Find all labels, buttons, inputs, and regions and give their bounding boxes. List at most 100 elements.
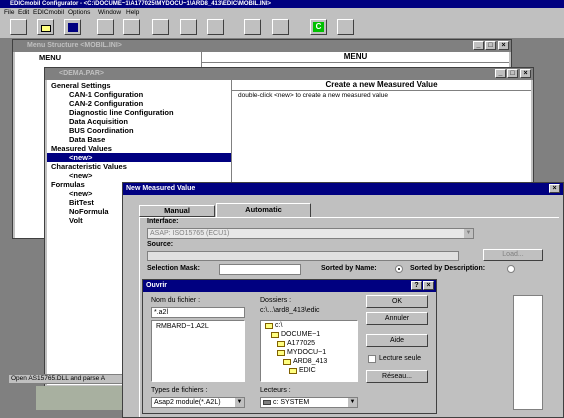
tree-item-noformula[interactable]: NoFormula — [69, 207, 109, 216]
ok-label: OK — [391, 298, 403, 305]
folders-path: c:\...\ard8_413\edic — [260, 307, 320, 314]
folder-tree[interactable]: c:\ DOCUME~1 A177025 MYDOCU~1 ARD8_413 E… — [260, 320, 358, 382]
tree-item-general-settings[interactable]: General Settings — [51, 81, 111, 90]
cancel-button[interactable]: Annuler — [366, 312, 428, 325]
folders-label: Dossiers : — [260, 297, 292, 304]
file-name-label: Nom du fichier : — [151, 297, 201, 304]
folder-item[interactable]: EDIC — [299, 367, 316, 374]
tree-item-diagnostic[interactable]: Diagnostic line Configuration — [69, 108, 174, 117]
tree-item-data-acquisition[interactable]: Data Acquisition — [69, 117, 128, 126]
folder-item[interactable]: DOCUME~1 — [281, 331, 320, 338]
help-icon[interactable] — [337, 19, 354, 35]
selection-mask-label: Selection Mask: — [147, 265, 200, 272]
file-types-select[interactable]: Asap2 module(*.A2L) ▼ — [151, 397, 245, 408]
file-list-item[interactable]: RMBARD~1.A2L — [156, 323, 209, 330]
status-bar: Open AS15765.DLL and parse A — [8, 374, 128, 384]
grid-icon[interactable] — [272, 19, 289, 35]
source-input[interactable] — [147, 251, 459, 261]
cancel-label: Annuler — [384, 315, 410, 322]
folder-item[interactable]: c:\ — [275, 322, 282, 329]
dialog-title: New Measured Value — [126, 185, 196, 192]
open-icon[interactable] — [37, 19, 54, 35]
minimize-button[interactable]: _ — [473, 41, 484, 50]
help-button[interactable]: Aide — [366, 334, 428, 347]
tree-item-formulas[interactable]: Formulas — [51, 180, 85, 189]
close-button[interactable]: × — [498, 41, 509, 50]
status-text: Open AS15765.DLL and parse A — [11, 375, 106, 382]
menu-file[interactable]: File — [4, 8, 14, 17]
tree-item-characteristic-values[interactable]: Characteristic Values — [51, 162, 127, 171]
window-icon[interactable] — [244, 19, 261, 35]
tab-automatic[interactable]: Automatic — [216, 203, 311, 218]
chevron-down-icon: ▼ — [464, 229, 473, 238]
results-list[interactable] — [513, 295, 543, 410]
folder-item[interactable]: A177025 — [287, 340, 315, 347]
file-list[interactable]: RMBARD~1.A2L — [151, 320, 245, 382]
tree-item-new-characteristic[interactable]: <new> — [69, 171, 92, 180]
compile-icon[interactable]: C — [310, 19, 327, 35]
tree-item-can1[interactable]: CAN-1 Configuration — [69, 90, 143, 99]
dema-panel-title: Create a new Measured Value — [232, 80, 531, 91]
interface-select[interactable]: ASAP: ISO15765 (ECU1) ▼ — [147, 228, 474, 239]
file-name-input[interactable]: *.a2l — [151, 307, 245, 318]
tree-item-new-formula[interactable]: <new> — [69, 189, 92, 198]
menu-edicmobil[interactable]: EDICmobil — [33, 8, 64, 17]
readonly-checkbox[interactable] — [368, 355, 376, 363]
minimize-button[interactable]: _ — [495, 69, 506, 78]
selection-mask-input[interactable] — [219, 264, 301, 275]
cut-icon[interactable] — [152, 19, 169, 35]
tree-item-data-base[interactable]: Data Base — [69, 135, 105, 144]
file-types-value: Asap2 module(*.A2L) — [154, 399, 221, 406]
new-icon[interactable] — [10, 19, 27, 35]
folder-icon — [289, 368, 297, 374]
chevron-down-icon: ▼ — [348, 398, 357, 407]
list-icon[interactable] — [207, 19, 224, 35]
close-button[interactable]: × — [549, 184, 560, 193]
taskbar-area — [36, 386, 126, 410]
close-button[interactable]: × — [520, 69, 531, 78]
network-label: Réseau... — [382, 373, 412, 380]
folder-item[interactable]: ARD8_413 — [293, 358, 327, 365]
maximize-button[interactable]: □ — [507, 69, 518, 78]
load-button[interactable]: Load... — [483, 249, 543, 261]
folder-item[interactable]: MYDOCU~1 — [287, 349, 326, 356]
close-button[interactable]: × — [423, 281, 434, 290]
tab-manual[interactable]: Manual — [139, 205, 215, 217]
toolbar: C — [0, 17, 564, 39]
menu-structure-title: Menu Structure <MOBIL.INI> — [27, 42, 122, 49]
file-name-value: *.a2l — [154, 309, 169, 316]
sorted-by-description-radio[interactable] — [507, 265, 515, 273]
drives-select[interactable]: c: SYSTEM ▼ — [260, 397, 358, 408]
menu-structure-title-bar: Menu Structure <MOBIL.INI> _ □ × — [13, 40, 511, 52]
tree-item-bittest[interactable]: BitTest — [69, 198, 94, 207]
folder-icon — [265, 323, 273, 329]
chevron-down-icon: ▼ — [235, 398, 244, 407]
tree-item-can2[interactable]: CAN-2 Configuration — [69, 99, 143, 108]
ouvrir-dialog: Ouvrir ? × Nom du fichier : *.a2l RMBARD… — [142, 279, 437, 414]
menu-help[interactable]: Help — [126, 8, 139, 17]
copy-icon[interactable] — [97, 19, 114, 35]
dema-panel-text: double-click <new> to create a new measu… — [238, 92, 388, 99]
save-icon[interactable] — [64, 19, 81, 35]
maximize-button[interactable]: □ — [485, 41, 496, 50]
ok-button[interactable]: OK — [366, 295, 428, 308]
paste-icon[interactable] — [123, 19, 140, 35]
tree-item-new-measured[interactable]: <new> — [69, 153, 92, 162]
tree-item-volt[interactable]: Volt — [69, 216, 83, 225]
ouvrir-title-bar: Ouvrir ? × — [143, 280, 436, 292]
app-title: EDICmobil Configurator - <C:\DOCUME~1\A1… — [10, 1, 272, 7]
tab-manual-label: Manual — [164, 206, 190, 215]
menu-window[interactable]: Window — [98, 8, 121, 17]
sorted-by-description-label: Sorted by Description: — [410, 265, 486, 272]
sorted-by-name-radio[interactable] — [395, 265, 403, 273]
network-button[interactable]: Réseau... — [366, 370, 428, 383]
help-label: Aide — [389, 337, 404, 344]
tree-item-measured-values[interactable]: Measured Values — [51, 144, 112, 153]
tree-icon[interactable] — [180, 19, 197, 35]
menu-options[interactable]: Options — [68, 8, 90, 17]
menu-root[interactable]: MENU — [39, 53, 61, 62]
tree-item-bus-coordination[interactable]: BUS Coordination — [69, 126, 134, 135]
help-icon[interactable]: ? — [411, 281, 422, 290]
drive-icon — [263, 400, 271, 405]
menu-edit[interactable]: Edit — [18, 8, 29, 17]
